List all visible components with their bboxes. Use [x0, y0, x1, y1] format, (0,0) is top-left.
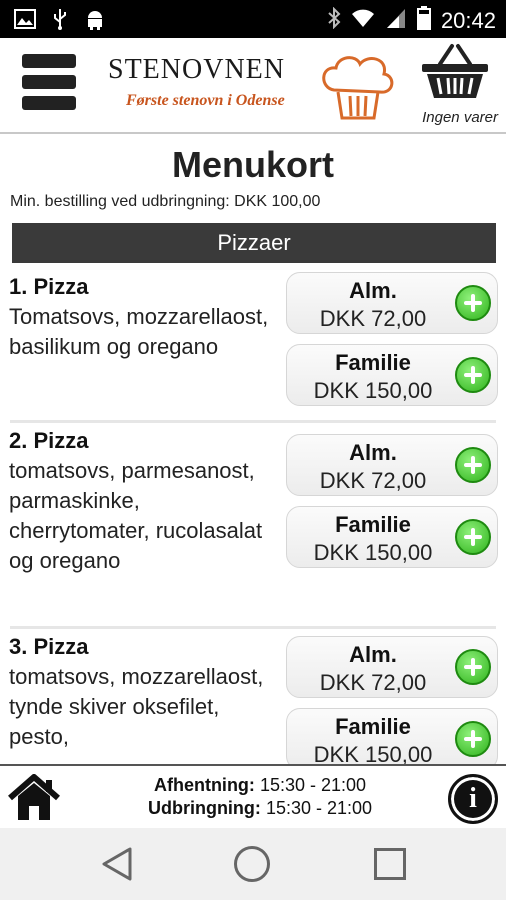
delivery-hours: 15:30 - 21:00: [265, 798, 373, 818]
size-label: Familie: [335, 714, 411, 739]
price-option-regular[interactable]: Alm. DKK 72,00: [286, 272, 498, 334]
app-header: STENOVNEN Første stenovn i Odense Ingen …: [0, 38, 506, 134]
chef-hat-icon: [316, 52, 398, 127]
size-label: Familie: [335, 350, 411, 375]
menu-bar-icon: [22, 96, 76, 110]
menu-item: 1. Pizza Tomatsovs, mozzarellaost, basil…: [0, 268, 506, 423]
price-option-regular[interactable]: Alm. DKK 72,00: [286, 636, 498, 698]
size-label: Alm.: [349, 440, 397, 465]
footer-bar: Afhentning: 15:30 - 21:00 Udbringning: 1…: [0, 764, 506, 828]
bluetooth-icon: [327, 6, 341, 34]
price-value: DKK 72,00: [319, 306, 427, 331]
wifi-icon: [351, 8, 375, 33]
cart-status: Ingen varer: [422, 109, 498, 126]
pickup-hours-row: Afhentning: 15:30 - 21:00: [110, 774, 410, 797]
add-to-cart-icon[interactable]: [455, 721, 491, 757]
usb-icon: [52, 8, 68, 35]
price-value: DKK 150,00: [313, 742, 433, 764]
menu-button[interactable]: [22, 54, 76, 118]
home-circle-icon[interactable]: [234, 846, 270, 882]
brand-logo[interactable]: STENOVNEN Første stenovn i Odense: [108, 50, 398, 124]
price-value: DKK 72,00: [319, 468, 427, 493]
item-name: 2. Pizza: [9, 428, 89, 453]
status-time: 20:42: [440, 7, 496, 33]
pickup-label: Afhentning:: [153, 775, 255, 795]
brand-name: STENOVNEN: [108, 54, 285, 85]
battery-icon: [416, 6, 431, 35]
size-label: Alm.: [349, 642, 397, 667]
system-nav-bar: [0, 828, 506, 900]
item-description: Tomatsovs, mozzarellaost, basilikum og o…: [9, 304, 269, 359]
size-label: Familie: [335, 512, 411, 537]
signal-icon: [385, 7, 407, 34]
add-to-cart-icon[interactable]: [455, 519, 491, 555]
price-value: DKK 150,00: [313, 540, 433, 565]
price-value: DKK 72,00: [319, 670, 427, 695]
back-icon[interactable]: [100, 846, 134, 887]
price-option-family[interactable]: Familie DKK 150,00: [286, 506, 498, 568]
android-icon: [84, 8, 106, 35]
item-description: tomatsovs, parmesanost, parmaskinke, che…: [9, 458, 263, 573]
item-name: 3. Pizza: [9, 634, 89, 659]
category-header[interactable]: Pizzaer: [12, 223, 496, 263]
add-to-cart-icon[interactable]: [455, 285, 491, 321]
status-bar: 20:42: [0, 0, 506, 38]
image-icon: [14, 9, 36, 34]
pickup-hours: 15:30 - 21:00: [259, 775, 367, 795]
item-description: tomatsovs, mozzarellaost, tynde skiver o…: [9, 664, 264, 749]
home-icon[interactable]: [6, 774, 62, 827]
price-option-family[interactable]: Familie DKK 150,00: [286, 344, 498, 406]
item-name: 1. Pizza: [9, 274, 89, 299]
recent-apps-icon[interactable]: [374, 848, 406, 880]
price-option-family[interactable]: Familie DKK 150,00: [286, 708, 498, 764]
menu-bar-icon: [22, 75, 76, 89]
size-label: Alm.: [349, 278, 397, 303]
opening-hours: Afhentning: 15:30 - 21:00 Udbringning: 1…: [110, 774, 410, 820]
add-to-cart-icon[interactable]: [455, 357, 491, 393]
price-option-regular[interactable]: Alm. DKK 72,00: [286, 434, 498, 496]
basket-icon: [420, 44, 490, 104]
menu-item: 2. Pizza tomatsovs, parmesanost, parmask…: [0, 422, 506, 629]
info-icon[interactable]: i: [448, 774, 498, 824]
min-order-note: Min. bestilling ved udbringning: DKK 100…: [10, 193, 321, 210]
cart-button[interactable]: Ingen varer: [410, 42, 500, 128]
add-to-cart-icon[interactable]: [455, 447, 491, 483]
menu-bar-icon: [22, 54, 76, 68]
menu-item: 3. Pizza tomatsovs, mozzarellaost, tynde…: [0, 628, 506, 764]
menu-list[interactable]: 1. Pizza Tomatsovs, mozzarellaost, basil…: [0, 268, 506, 764]
add-to-cart-icon[interactable]: [455, 649, 491, 685]
delivery-hours-row: Udbringning: 15:30 - 21:00: [110, 797, 410, 820]
price-value: DKK 150,00: [313, 378, 433, 403]
brand-tagline: Første stenovn i Odense: [126, 92, 285, 109]
page-title: Menukort: [172, 144, 334, 185]
delivery-label: Udbringning:: [147, 798, 261, 818]
